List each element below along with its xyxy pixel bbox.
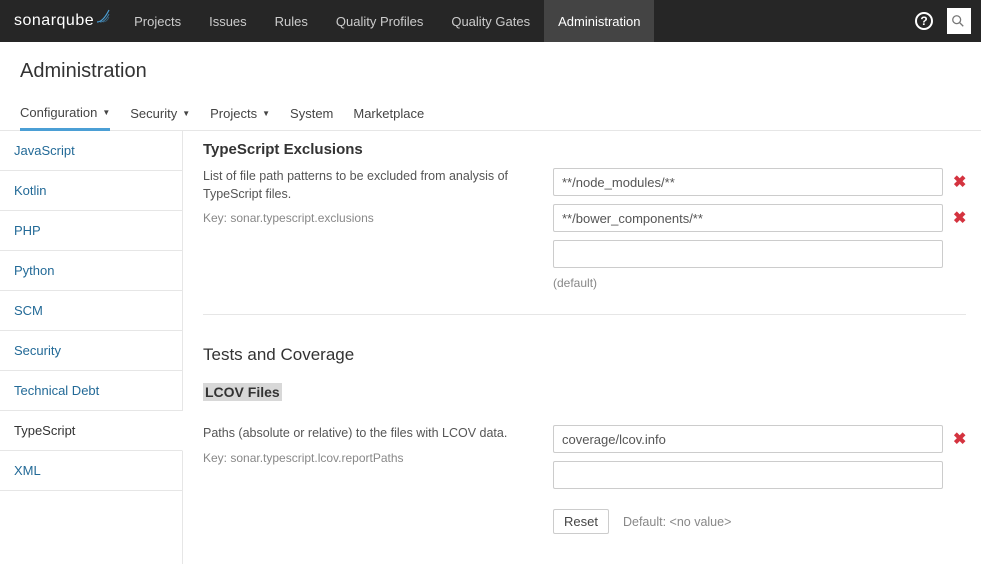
sidebar-item-typescript[interactable]: TypeScript [0,411,183,451]
logo[interactable]: sonarqube [10,12,120,30]
sidebar-item-python[interactable]: Python [0,251,182,291]
exclusion-input-2[interactable] [553,240,943,268]
sub-nav: Configuration▼ Security▼ Projects▼ Syste… [0,99,981,131]
caret-down-icon: ▼ [102,108,110,117]
lcov-row-0: ✖ [553,425,966,453]
lcov-setting: Paths (absolute or relative) to the file… [203,425,966,534]
subnav-configuration[interactable]: Configuration▼ [20,99,110,131]
exclusions-setting: List of file path patterns to be exclude… [203,168,966,290]
tests-coverage-title: Tests and Coverage [203,345,966,365]
exclusions-desc-text: List of file path patterns to be exclude… [203,168,513,203]
top-nav: sonarqube Projects Issues Rules Quality … [0,0,981,42]
lcov-inputs: ✖ Reset Default: <no value> [553,425,966,534]
lcov-title: LCOV Files [203,383,282,401]
lcov-reset-row: Reset Default: <no value> [553,509,966,534]
sidebar-item-xml[interactable]: XML [0,451,182,491]
nav-administration[interactable]: Administration [544,0,654,42]
lcov-default-label: Default: <no value> [623,515,731,529]
delete-icon[interactable]: ✖ [953,172,966,192]
main-panel: TypeScript Exclusions List of file path … [183,131,981,564]
exclusion-row-1: ✖ [553,204,966,232]
lcov-input-0[interactable] [553,425,943,453]
search-box[interactable] [947,8,971,34]
subnav-security[interactable]: Security▼ [130,99,190,130]
sidebar-item-technical-debt[interactable]: Technical Debt [0,371,182,411]
lcov-row-1 [553,461,966,489]
page-title: Administration [20,60,961,83]
content: JavaScript Kotlin PHP Python SCM Securit… [0,131,981,564]
delete-icon[interactable]: ✖ [953,208,966,228]
sidebar-item-kotlin[interactable]: Kotlin [0,171,182,211]
caret-down-icon: ▼ [262,109,270,118]
search-icon [951,14,965,28]
nav-right: ? [915,8,971,34]
exclusion-row-0: ✖ [553,168,966,196]
sidebar-item-security[interactable]: Security [0,331,182,371]
nav-quality-profiles[interactable]: Quality Profiles [322,0,437,42]
exclusions-key: Key: sonar.typescript.exclusions [203,211,513,225]
reset-button[interactable]: Reset [553,509,609,534]
sidebar-item-javascript[interactable]: JavaScript [0,131,182,171]
logo-text: sonarqube [14,12,94,30]
page-header: Administration [0,42,981,83]
nav-quality-gates[interactable]: Quality Gates [437,0,544,42]
nav-issues[interactable]: Issues [195,0,261,42]
lcov-input-1[interactable] [553,461,943,489]
caret-down-icon: ▼ [182,109,190,118]
exclusion-row-2 [553,240,966,268]
subnav-projects[interactable]: Projects▼ [210,99,270,130]
nav-rules[interactable]: Rules [261,0,322,42]
logo-wave-icon [96,9,110,26]
sidebar: JavaScript Kotlin PHP Python SCM Securit… [0,131,183,564]
exclusions-desc: List of file path patterns to be exclude… [203,168,513,290]
exclusions-inputs: ✖ ✖ (default) [553,168,966,290]
delete-icon[interactable]: ✖ [953,429,966,449]
exclusion-input-1[interactable] [553,204,943,232]
nav-projects[interactable]: Projects [120,0,195,42]
exclusion-input-0[interactable] [553,168,943,196]
exclusions-title: TypeScript Exclusions [203,131,966,158]
help-icon[interactable]: ? [915,12,933,30]
exclusions-default-note: (default) [553,276,966,290]
sidebar-item-scm[interactable]: SCM [0,291,182,331]
lcov-key: Key: sonar.typescript.lcov.reportPaths [203,451,513,465]
sidebar-item-php[interactable]: PHP [0,211,182,251]
subnav-marketplace[interactable]: Marketplace [353,99,424,130]
lcov-desc: Paths (absolute or relative) to the file… [203,425,513,534]
lcov-desc-text: Paths (absolute or relative) to the file… [203,425,513,443]
subnav-system[interactable]: System [290,99,333,130]
section-divider [203,314,966,315]
